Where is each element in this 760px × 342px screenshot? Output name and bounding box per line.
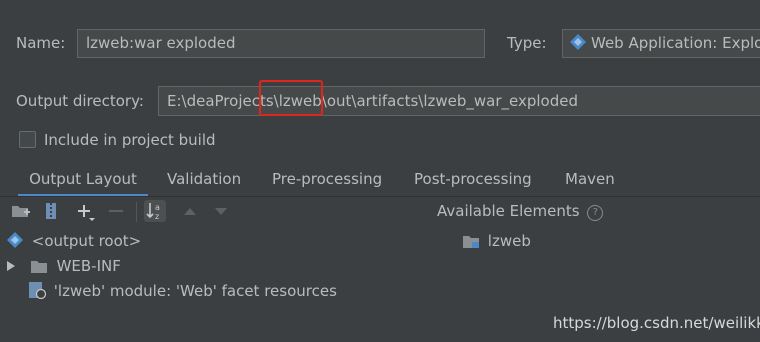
- folder-icon: [30, 258, 48, 280]
- output-directory-input[interactable]: E:\deaProjects\lzweb\out\artifacts\lzweb…: [158, 86, 760, 116]
- name-label: Name:: [16, 34, 66, 52]
- output-root-label: <output root>: [31, 232, 142, 250]
- type-label: Type:: [507, 34, 547, 52]
- available-item-lzweb[interactable]: lzweb: [462, 230, 531, 252]
- module-folder-icon: [462, 233, 480, 255]
- sort-alphabetically-icon[interactable]: a z: [144, 200, 166, 222]
- tab-post-processing[interactable]: Post-processing: [414, 166, 532, 194]
- available-elements-title: Available Elements ?: [437, 202, 604, 221]
- tab-pre-processing[interactable]: Pre-processing: [272, 166, 382, 194]
- available-item-label: lzweb: [487, 232, 531, 250]
- highlight-annotation-box: [259, 80, 323, 116]
- web-application-icon: [569, 33, 587, 57]
- output-root-icon: [6, 231, 24, 255]
- tab-output-layout[interactable]: Output Layout: [18, 166, 148, 197]
- svg-text:a: a: [155, 203, 160, 212]
- svg-text:z: z: [155, 212, 159, 221]
- tab-validation[interactable]: Validation: [167, 166, 241, 194]
- help-icon[interactable]: ?: [587, 205, 604, 221]
- toolbar-separator: [136, 202, 137, 222]
- tree-item-web-inf[interactable]: WEB-INF: [6, 255, 121, 277]
- new-folder-icon[interactable]: [10, 200, 32, 222]
- remove-icon[interactable]: [105, 200, 127, 222]
- tree-item-facet-resources[interactable]: 'lzweb' module: 'Web' facet resources: [28, 280, 337, 302]
- archive-icon[interactable]: [40, 200, 62, 222]
- name-input[interactable]: lzweb:war exploded: [77, 29, 485, 58]
- web-facet-icon: [28, 281, 47, 305]
- include-in-build-checkbox[interactable]: [19, 131, 36, 148]
- tab-divider: [0, 196, 760, 197]
- output-directory-label: Output directory:: [16, 92, 144, 110]
- tree-item-output-root[interactable]: <output root>: [6, 230, 141, 252]
- move-up-icon[interactable]: [179, 200, 201, 222]
- include-in-build-label: Include in project build: [44, 131, 216, 149]
- web-inf-label: WEB-INF: [56, 257, 121, 275]
- watermark-text: https://blog.csdn.net/weilikk: [553, 314, 760, 332]
- move-down-icon[interactable]: [210, 200, 232, 222]
- facet-resources-label: 'lzweb' module: 'Web' facet resources: [53, 282, 337, 300]
- expand-arrow-icon[interactable]: [6, 256, 16, 278]
- type-select[interactable]: Web Application: Exploded: [562, 29, 760, 58]
- tab-maven[interactable]: Maven: [565, 166, 615, 194]
- add-icon[interactable]: [74, 200, 96, 222]
